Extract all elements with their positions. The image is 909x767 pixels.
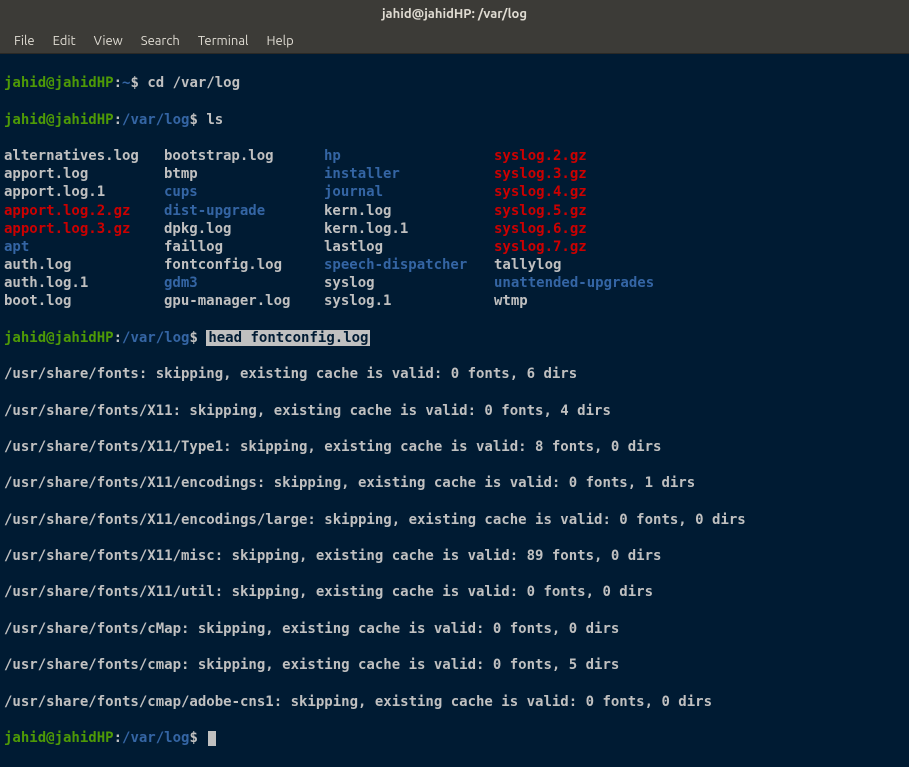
list-item: syslog.5.gz: [494, 202, 694, 220]
list-item: apport.log.3.gz: [4, 220, 164, 238]
prompt-user: jahid@jahidHP: [4, 112, 114, 128]
menu-edit[interactable]: Edit: [45, 31, 84, 51]
prompt-user: jahid@jahidHP: [4, 330, 114, 346]
list-item: syslog.6.gz: [494, 220, 694, 238]
list-item: btmp: [164, 165, 324, 183]
list-item: syslog.7.gz: [494, 238, 694, 256]
list-item: auth.log.1: [4, 274, 164, 292]
list-item: syslog.3.gz: [494, 165, 694, 183]
list-item: hp: [324, 147, 494, 165]
prompt-line: jahid@jahidHP:/var/log$ head fontconfig.…: [4, 329, 905, 347]
list-item: kern.log.1: [324, 220, 494, 238]
list-item: tallylog: [494, 256, 694, 274]
list-item: wtmp: [494, 292, 694, 310]
command-text: cd /var/log: [147, 75, 240, 91]
prompt-path: /var/log: [122, 112, 189, 128]
menu-file[interactable]: File: [6, 31, 43, 51]
menu-view[interactable]: View: [86, 31, 131, 51]
list-item: apport.log: [4, 165, 164, 183]
prompt-path: /var/log: [122, 730, 189, 746]
list-item: syslog.2.gz: [494, 147, 694, 165]
list-item: gdm3: [164, 274, 324, 292]
list-item: kern.log: [324, 202, 494, 220]
terminal-area[interactable]: jahid@jahidHP:~$ cd /var/log jahid@jahid…: [0, 54, 909, 767]
output-line: /usr/share/fonts/X11/encodings/large: sk…: [4, 511, 905, 529]
menu-terminal[interactable]: Terminal: [190, 31, 257, 51]
list-item: gpu-manager.log: [164, 292, 324, 310]
highlighted-command: head fontconfig.log: [206, 330, 370, 346]
list-item: lastlog: [324, 238, 494, 256]
list-item: cups: [164, 183, 324, 201]
list-item: installer: [324, 165, 494, 183]
command-text: ls: [206, 112, 223, 128]
list-item: journal: [324, 183, 494, 201]
list-item: unattended-upgrades: [494, 274, 694, 292]
prompt-path: /var/log: [122, 330, 189, 346]
cursor-icon: [208, 731, 216, 746]
prompt-line: jahid@jahidHP:/var/log$ ls: [4, 111, 905, 129]
list-item: fontconfig.log: [164, 256, 324, 274]
list-item: bootstrap.log: [164, 147, 324, 165]
list-item: auth.log: [4, 256, 164, 274]
list-item: syslog.4.gz: [494, 183, 694, 201]
prompt-user: jahid@jahidHP: [4, 75, 114, 91]
output-line: /usr/share/fonts/cMap: skipping, existin…: [4, 620, 905, 638]
output-line: /usr/share/fonts: skipping, existing cac…: [4, 365, 905, 383]
list-item: speech-dispatcher: [324, 256, 494, 274]
list-item: apt: [4, 238, 164, 256]
list-item: faillog: [164, 238, 324, 256]
ls-listing: alternatives.logbootstrap.loghpsyslog.2.…: [4, 147, 905, 311]
output-line: /usr/share/fonts/X11/Type1: skipping, ex…: [4, 438, 905, 456]
prompt-user: jahid@jahidHP: [4, 730, 114, 746]
output-line: /usr/share/fonts/X11/util: skipping, exi…: [4, 583, 905, 601]
prompt-line: jahid@jahidHP:~$ cd /var/log: [4, 74, 905, 92]
window-titlebar: jahid@jahidHP: /var/log: [0, 0, 909, 28]
list-item: dpkg.log: [164, 220, 324, 238]
menu-help[interactable]: Help: [258, 31, 301, 51]
list-item: apport.log.1: [4, 183, 164, 201]
menu-search[interactable]: Search: [133, 31, 188, 51]
list-item: apport.log.2.gz: [4, 202, 164, 220]
window-title: jahid@jahidHP: /var/log: [382, 7, 527, 21]
list-item: alternatives.log: [4, 147, 164, 165]
prompt-line: jahid@jahidHP:/var/log$: [4, 729, 905, 747]
list-item: dist-upgrade: [164, 202, 324, 220]
output-line: /usr/share/fonts/X11: skipping, existing…: [4, 402, 905, 420]
output-line: /usr/share/fonts/X11/encodings: skipping…: [4, 474, 905, 492]
menubar: File Edit View Search Terminal Help: [0, 28, 909, 54]
list-item: syslog.1: [324, 292, 494, 310]
list-item: boot.log: [4, 292, 164, 310]
output-line: /usr/share/fonts/cmap/adobe-cns1: skippi…: [4, 693, 905, 711]
list-item: syslog: [324, 274, 494, 292]
output-line: /usr/share/fonts/cmap: skipping, existin…: [4, 656, 905, 674]
output-line: /usr/share/fonts/X11/misc: skipping, exi…: [4, 547, 905, 565]
